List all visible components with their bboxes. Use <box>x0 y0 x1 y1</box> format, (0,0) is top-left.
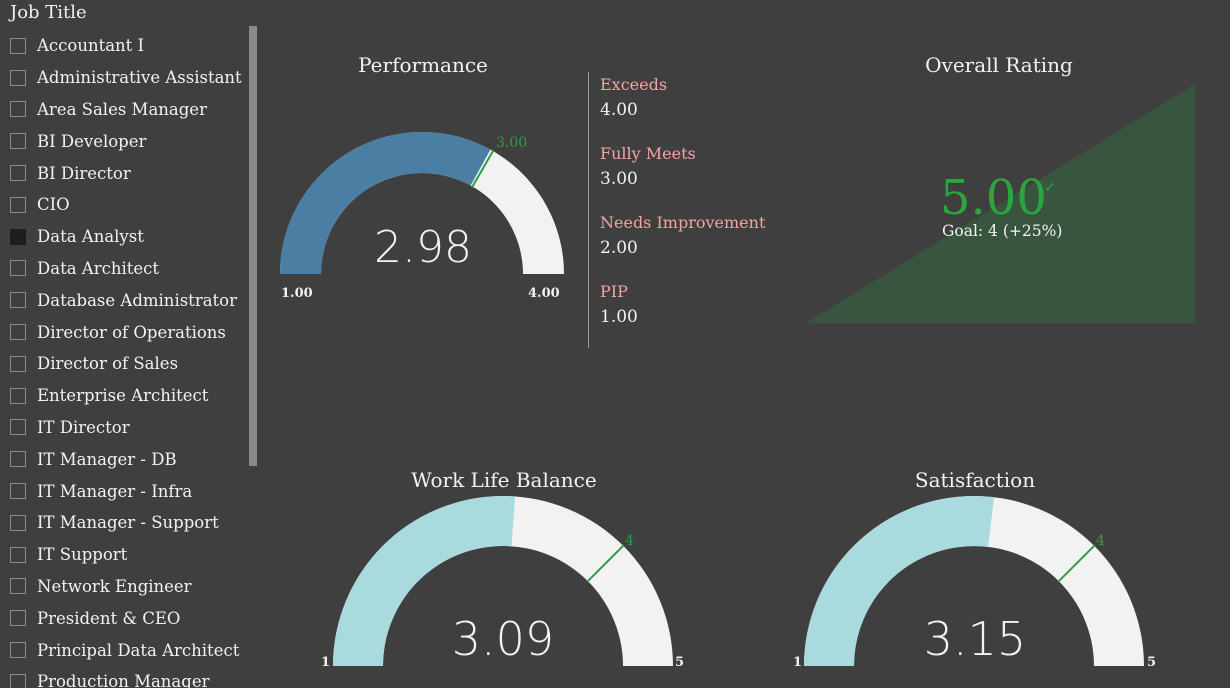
overall-rating-value: 5.00 <box>940 170 1047 226</box>
legend-item-fully-meets: Fully Meets 3.00 <box>588 141 788 210</box>
legend-item-pip: PIP 1.00 <box>588 279 788 348</box>
legend-value: 3.00 <box>600 169 638 189</box>
satisfaction-target-label: 4 <box>1096 533 1105 549</box>
performance-target-label: 3.00 <box>496 135 528 151</box>
wlb-min-label: 1 <box>321 655 331 670</box>
legend-name: PIP <box>600 282 628 301</box>
satisfaction-title: Satisfaction <box>914 468 1036 492</box>
legend-name: Exceeds <box>600 75 668 94</box>
satisfaction-max-label: 5 <box>1147 655 1157 670</box>
performance-value: 2.98 <box>374 222 472 273</box>
check-icon: ✓ <box>1044 180 1056 196</box>
legend-name: Fully Meets <box>600 144 696 163</box>
legend-item-exceeds: Exceeds 4.00 <box>588 72 788 141</box>
performance-max-label: 4.00 <box>528 286 560 301</box>
wlb-max-label: 5 <box>675 655 685 670</box>
satisfaction-min-label: 1 <box>793 655 803 670</box>
legend-name: Needs Improvement <box>600 213 766 232</box>
performance-min-label: 1.00 <box>281 286 313 301</box>
overall-rating-goal: Goal: 4 (+25%) <box>942 222 1063 240</box>
work-life-balance-value: 3.09 <box>451 612 555 666</box>
legend-value: 2.00 <box>600 238 638 258</box>
legend-value: 4.00 <box>600 100 638 120</box>
wlb-target-label: 4 <box>625 533 634 549</box>
overall-rating-title: Overall Rating <box>925 53 1073 77</box>
legend-item-needs-improvement: Needs Improvement 2.00 <box>588 210 788 279</box>
work-life-balance-title: Work Life Balance <box>411 468 597 492</box>
satisfaction-value: 3.15 <box>923 612 1027 666</box>
performance-legend: Exceeds 4.00 Fully Meets 3.00 Needs Impr… <box>588 72 788 348</box>
legend-value: 1.00 <box>600 307 638 327</box>
